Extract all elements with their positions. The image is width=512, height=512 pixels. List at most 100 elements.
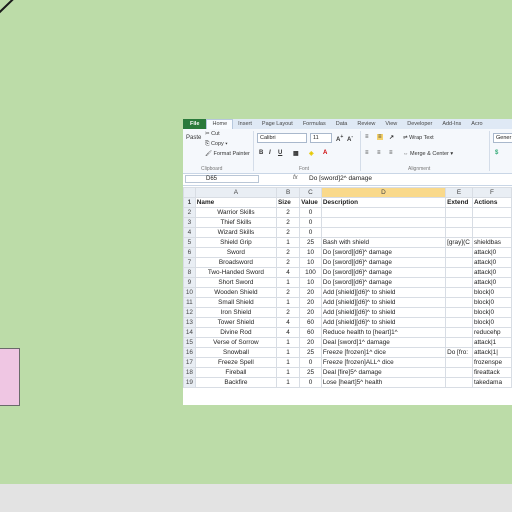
- cell-c[interactable]: 0: [299, 217, 322, 228]
- cell-e[interactable]: [gray](C: [445, 237, 473, 248]
- cell-e[interactable]: [445, 217, 473, 228]
- cell-f[interactable]: block|0: [471, 307, 512, 318]
- cell-e[interactable]: [445, 257, 473, 268]
- copy-button[interactable]: ⎘ Copy ▾: [205, 141, 228, 148]
- cell-e[interactable]: [445, 287, 473, 298]
- cell-e[interactable]: Do [fro:: [445, 347, 473, 358]
- row-header[interactable]: 18: [183, 367, 196, 378]
- cell-d[interactable]: Do [sword][d6]^ damage: [320, 267, 447, 278]
- cell-f[interactable]: attack|0: [471, 247, 512, 258]
- cell-f[interactable]: attack|0: [471, 277, 512, 288]
- cell-f[interactable]: attack|0: [471, 257, 512, 268]
- cell-d[interactable]: Deal [sword]1^ damage: [320, 337, 447, 348]
- cell-b[interactable]: 1: [276, 237, 301, 248]
- column-header-b[interactable]: B: [276, 187, 301, 198]
- cell-b[interactable]: 1: [276, 377, 301, 388]
- row-header[interactable]: 19: [183, 377, 196, 388]
- cell-d[interactable]: Do [sword][d6]^ damage: [320, 247, 447, 258]
- paste-button[interactable]: Paste: [186, 135, 201, 141]
- tab-review[interactable]: Review: [352, 119, 380, 129]
- cell-e[interactable]: [445, 337, 473, 348]
- cell-a[interactable]: Thief Skills: [194, 217, 278, 228]
- cell-c[interactable]: 25: [299, 237, 322, 248]
- cell-c[interactable]: 0: [299, 207, 322, 218]
- cell-b[interactable]: 2: [276, 207, 301, 218]
- cell-e[interactable]: [445, 277, 473, 288]
- row-header[interactable]: 2: [183, 207, 196, 218]
- merge-center-button[interactable]: ⇔ Merge & Center ▾: [403, 151, 453, 157]
- grow-font-button[interactable]: A+: [336, 134, 343, 143]
- cell-b[interactable]: 4: [276, 317, 301, 328]
- cell-e[interactable]: [445, 297, 473, 308]
- cell-c[interactable]: 60: [299, 327, 322, 338]
- cell-f[interactable]: attack|1|: [471, 347, 512, 358]
- tab-file[interactable]: File: [183, 119, 207, 129]
- cell-b[interactable]: 1: [276, 347, 301, 358]
- cell-d[interactable]: Deal [fire]5^ damage: [320, 367, 447, 378]
- cell-c[interactable]: 10: [299, 247, 322, 258]
- cell-d[interactable]: Freeze [frozen]ALL^ dice: [320, 357, 447, 368]
- row-header[interactable]: 4: [183, 227, 196, 238]
- row-header[interactable]: 15: [183, 337, 196, 348]
- row-header[interactable]: 5: [183, 237, 196, 248]
- row-header[interactable]: 14: [183, 327, 196, 338]
- cell-c[interactable]: 60: [299, 317, 322, 328]
- cell-b[interactable]: Size: [276, 197, 301, 208]
- cell-c[interactable]: 10: [299, 257, 322, 268]
- cell-a[interactable]: Warrior Skills: [194, 207, 278, 218]
- cell-a[interactable]: Short Sword: [194, 277, 278, 288]
- cell-f[interactable]: takedama: [471, 377, 512, 388]
- orientation-icon[interactable]: ↗: [389, 134, 394, 141]
- cell-a[interactable]: Divine Rod: [194, 327, 278, 338]
- tab-page-layout[interactable]: Page Layout: [257, 119, 298, 129]
- cell-a[interactable]: Backfire: [194, 377, 278, 388]
- row-header[interactable]: 13: [183, 317, 196, 328]
- cell-d[interactable]: Description: [320, 197, 447, 208]
- cell-f[interactable]: shieldbas: [471, 237, 512, 248]
- cell-d[interactable]: Add [shield][d6]^ to shield: [320, 307, 447, 318]
- cell-a[interactable]: Freeze Spell: [194, 357, 278, 368]
- cell-b[interactable]: 1: [276, 297, 301, 308]
- row-header[interactable]: 6: [183, 247, 196, 258]
- cell-f[interactable]: attack|0: [471, 267, 512, 278]
- cell-a[interactable]: Wooden Shield: [194, 287, 278, 298]
- column-header-d[interactable]: D: [320, 187, 447, 198]
- cut-button[interactable]: ✂ Cut: [205, 131, 220, 137]
- cell-b[interactable]: 2: [276, 247, 301, 258]
- cell-a[interactable]: Wizard Skills: [194, 227, 278, 238]
- font-name-select[interactable]: Calibri: [257, 133, 307, 143]
- cell-d[interactable]: Add [shield][d6]^ to shield: [320, 317, 447, 328]
- font-color-icon[interactable]: A: [323, 150, 327, 156]
- cell-e[interactable]: [445, 247, 473, 258]
- tab-insert[interactable]: Insert: [233, 119, 257, 129]
- cell-c[interactable]: 20: [299, 307, 322, 318]
- fill-color-icon[interactable]: ◈: [309, 150, 314, 157]
- cell-f[interactable]: [471, 207, 512, 218]
- column-header-e[interactable]: E: [445, 187, 473, 198]
- cell-e[interactable]: [445, 267, 473, 278]
- row-header[interactable]: 7: [183, 257, 196, 268]
- cell-c[interactable]: 25: [299, 367, 322, 378]
- cell-a[interactable]: Shield Grip: [194, 237, 278, 248]
- cell-f[interactable]: Actions: [471, 197, 512, 208]
- row-header[interactable]: 9: [183, 277, 196, 288]
- cell-c[interactable]: 20: [299, 337, 322, 348]
- row-header[interactable]: 1: [183, 197, 196, 208]
- row-header[interactable]: 16: [183, 347, 196, 358]
- currency-icon[interactable]: $: [495, 150, 498, 156]
- cell-d[interactable]: Freeze [frozen]1^ dice: [320, 347, 447, 358]
- format-painter-button[interactable]: 🖌 Format Painter: [205, 151, 250, 157]
- cell-a[interactable]: Name: [194, 197, 278, 208]
- row-header[interactable]: 10: [183, 287, 196, 298]
- cell-b[interactable]: 2: [276, 307, 301, 318]
- cell-c[interactable]: 10: [299, 277, 322, 288]
- number-format-select[interactable]: Gener: [493, 133, 512, 143]
- tab-data[interactable]: Data: [331, 119, 353, 129]
- cell-d[interactable]: [320, 207, 447, 218]
- cell-a[interactable]: Two-Handed Sword: [194, 267, 278, 278]
- cell-d[interactable]: Do [sword][d6]^ damage: [320, 277, 447, 288]
- row-header[interactable]: 8: [183, 267, 196, 278]
- cell-b[interactable]: 1: [276, 367, 301, 378]
- align-center-icon[interactable]: ≡: [377, 150, 381, 156]
- cell-e[interactable]: [445, 207, 473, 218]
